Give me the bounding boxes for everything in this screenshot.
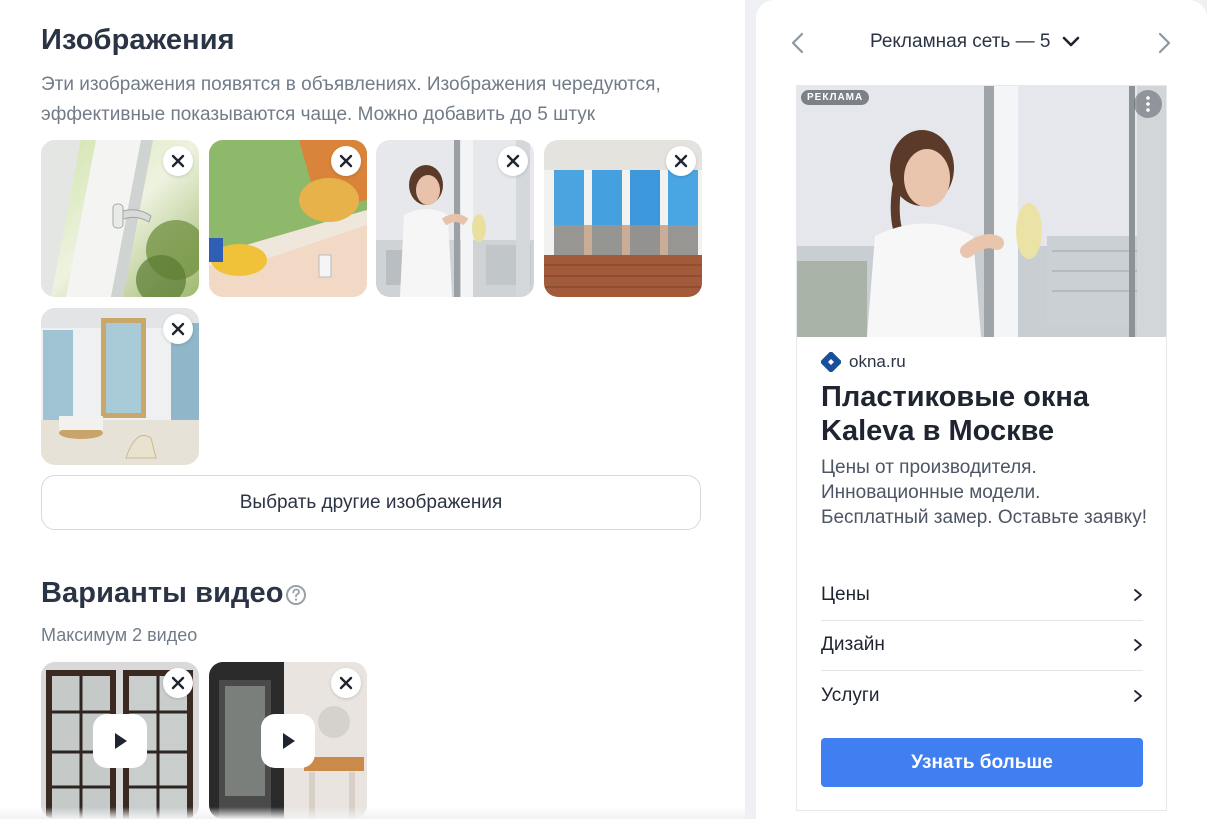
- ad-label-badge: РЕКЛАМА: [801, 90, 870, 105]
- sitelink-label: Цены: [821, 584, 870, 605]
- sitelink-prices[interactable]: Цены: [821, 570, 1143, 620]
- play-video-button[interactable]: [93, 714, 147, 768]
- close-icon: [674, 154, 688, 168]
- video-thumbnail-1[interactable]: [41, 662, 199, 819]
- sitelink-services[interactable]: Услуги: [821, 671, 1143, 721]
- play-icon: [115, 733, 127, 749]
- remove-video-button[interactable]: [163, 668, 193, 698]
- ad-title[interactable]: Пластиковые окна Kaleva в Москве: [821, 380, 1151, 448]
- ad-domain[interactable]: okna.ru: [821, 352, 906, 372]
- ad-main-image: [797, 86, 1166, 337]
- image-thumbnail-1[interactable]: [41, 140, 199, 297]
- close-icon: [171, 154, 185, 168]
- ad-settings-panel: Изображения Эти изображения появятся в о…: [0, 0, 745, 819]
- prev-arrow-icon[interactable]: [786, 30, 810, 56]
- remove-image-button[interactable]: [498, 146, 528, 176]
- close-icon: [171, 322, 185, 336]
- image-thumbnail-3[interactable]: [376, 140, 534, 297]
- ad-preview-panel: Рекламная сеть — 5 РЕКЛАМА okna.ru Пласт…: [756, 0, 1207, 819]
- video-thumbnail-2[interactable]: [209, 662, 367, 819]
- chevron-down-icon: [1063, 36, 1080, 47]
- learn-more-button[interactable]: Узнать больше: [821, 738, 1143, 787]
- ad-preview-card[interactable]: РЕКЛАМА okna.ru Пластиковые окна Kaleva …: [796, 85, 1167, 811]
- sitelink-label: Услуги: [821, 685, 880, 706]
- image-thumbnail-2[interactable]: [209, 140, 367, 297]
- chevron-right-icon: [1134, 589, 1142, 601]
- ad-format-label: Рекламная сеть — 5: [870, 31, 1051, 52]
- sitelink-design[interactable]: Дизайн: [821, 620, 1143, 670]
- more-vertical-icon: [1146, 96, 1150, 112]
- close-icon: [506, 154, 520, 168]
- site-favicon-icon: [821, 352, 841, 372]
- scroll-fade: [0, 807, 745, 819]
- remove-image-button[interactable]: [163, 146, 193, 176]
- images-section-title: Изображения: [41, 24, 235, 56]
- remove-image-button[interactable]: [331, 146, 361, 176]
- images-description: Эти изображения появятся в объявлениях. …: [41, 74, 661, 125]
- ad-text: Цены от производителя. Инновационные мод…: [821, 457, 1147, 528]
- help-icon[interactable]: [285, 584, 307, 606]
- close-icon: [171, 676, 185, 690]
- remove-image-button[interactable]: [163, 314, 193, 344]
- remove-video-button[interactable]: [331, 668, 361, 698]
- play-icon: [283, 733, 295, 749]
- sitelink-label: Дизайн: [821, 634, 885, 655]
- image-thumbnail-5[interactable]: [41, 308, 199, 465]
- choose-other-images-button[interactable]: Выбрать другие изображения: [41, 475, 701, 530]
- chevron-right-icon: [1134, 639, 1142, 651]
- ad-domain-text: okna.ru: [849, 352, 906, 371]
- next-arrow-icon[interactable]: [1152, 30, 1176, 56]
- ad-format-selector[interactable]: Рекламная сеть — 5: [870, 31, 1080, 53]
- chevron-right-icon: [1134, 690, 1142, 702]
- close-icon: [339, 154, 353, 168]
- ad-more-menu[interactable]: [1134, 90, 1162, 118]
- video-section-title: Варианты видео: [41, 577, 284, 609]
- play-video-button[interactable]: [261, 714, 315, 768]
- image-thumbnail-4[interactable]: [544, 140, 702, 297]
- video-subtitle: Максимум 2 видео: [41, 625, 198, 645]
- close-icon: [339, 676, 353, 690]
- remove-image-button[interactable]: [666, 146, 696, 176]
